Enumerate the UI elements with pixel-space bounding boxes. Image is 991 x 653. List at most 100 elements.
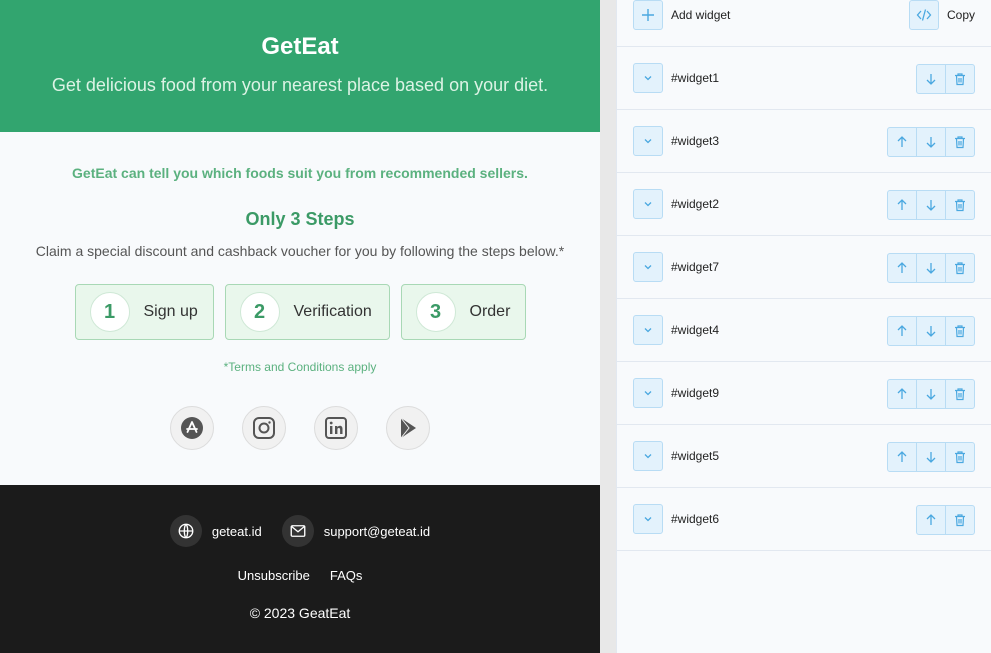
chevron-down-icon (642, 72, 654, 84)
widget-id: #widget3 (671, 134, 720, 148)
widget-list: #widget1 #widget3 #widget2 #widget7 #widget4… (617, 47, 991, 551)
add-widget-button[interactable] (633, 0, 663, 30)
step-verification: 2 Verification (224, 284, 390, 340)
expand-widget-button[interactable] (633, 63, 663, 93)
widget-id: #widget7 (671, 260, 720, 274)
widget-row: #widget2 (617, 173, 991, 236)
move-up-button[interactable] (887, 127, 917, 157)
delete-widget-button[interactable] (945, 505, 975, 535)
faqs-link[interactable]: FAQs (330, 568, 363, 583)
trash-icon (953, 198, 967, 212)
code-icon (916, 9, 932, 21)
steps-description: Claim a special discount and cashback vo… (35, 243, 565, 259)
trash-icon (953, 450, 967, 464)
chevron-down-icon (642, 450, 654, 462)
app-store-icon[interactable] (170, 406, 214, 450)
globe-icon (169, 515, 202, 547)
chevron-down-icon (642, 261, 654, 273)
steps-list: 1 Sign up 2 Verification 3 Order (0, 284, 600, 340)
widget-row: #widget9 (617, 362, 991, 425)
website-text: geteat.id (211, 523, 262, 539)
widget-actions (887, 190, 975, 220)
widget-actions (887, 379, 975, 409)
expand-widget-button[interactable] (633, 441, 663, 471)
arrow-down-icon (924, 198, 938, 212)
delete-widget-button[interactable] (945, 127, 975, 157)
email-preview: GetEat Get delicious food from your near… (0, 0, 600, 653)
trash-icon (953, 135, 967, 149)
hero-subtitle: Get delicious food from your nearest pla… (51, 75, 549, 95)
move-up-button[interactable] (887, 379, 917, 409)
trash-icon (953, 261, 967, 275)
widget-row: #widget1 (617, 47, 991, 110)
expand-widget-button[interactable] (633, 504, 663, 534)
step-number: 1 (89, 292, 130, 332)
widget-actions (916, 505, 975, 535)
move-up-button[interactable] (916, 505, 946, 535)
copy-button[interactable] (909, 0, 939, 30)
arrow-down-icon (924, 135, 938, 149)
delete-widget-button[interactable] (945, 253, 975, 283)
chevron-down-icon (642, 387, 654, 399)
instagram-icon[interactable] (242, 406, 286, 450)
mail-icon (281, 515, 314, 547)
widget-actions (887, 316, 975, 346)
step-number: 2 (239, 292, 280, 332)
move-down-button[interactable] (916, 253, 946, 283)
move-up-button[interactable] (887, 190, 917, 220)
widget-id: #widget6 (671, 512, 720, 526)
step-number: 3 (415, 292, 456, 332)
copy-label: Copy (947, 8, 976, 22)
move-up-button[interactable] (887, 316, 917, 346)
expand-widget-button[interactable] (633, 315, 663, 345)
expand-widget-button[interactable] (633, 126, 663, 156)
delete-widget-button[interactable] (945, 379, 975, 409)
arrow-down-icon (924, 387, 938, 401)
hero-banner: GetEat Get delicious food from your near… (0, 0, 600, 132)
delete-widget-button[interactable] (945, 442, 975, 472)
play-store-icon[interactable] (386, 406, 430, 450)
move-down-button[interactable] (916, 64, 946, 94)
widget-id: #widget4 (671, 323, 720, 337)
email-text: support@geteat.id (323, 523, 431, 539)
move-down-button[interactable] (916, 316, 946, 346)
move-up-button[interactable] (887, 442, 917, 472)
delete-widget-button[interactable] (945, 64, 975, 94)
move-down-button[interactable] (916, 379, 946, 409)
step-sign-up: 1 Sign up (74, 284, 214, 340)
arrow-down-icon (924, 72, 938, 86)
arrow-up-icon (895, 324, 909, 338)
copyright: © 2023 GeatEat (249, 605, 351, 621)
widget-row: #widget3 (617, 110, 991, 173)
contact-list: geteat.id support@geteat.id (0, 515, 600, 547)
expand-widget-button[interactable] (633, 378, 663, 408)
footer-links: Unsubscribe FAQs (0, 568, 600, 583)
arrow-up-icon (895, 198, 909, 212)
delete-widget-button[interactable] (945, 316, 975, 346)
trash-icon (953, 387, 967, 401)
expand-widget-button[interactable] (633, 252, 663, 282)
support-email-link[interactable]: support@geteat.id (281, 515, 431, 547)
widget-id: #widget5 (671, 449, 720, 463)
widget-row: #widget7 (617, 236, 991, 299)
terms-note: *Terms and Conditions apply (223, 360, 377, 374)
unsubscribe-link[interactable]: Unsubscribe (238, 568, 310, 583)
arrow-up-icon (924, 513, 938, 527)
expand-widget-button[interactable] (633, 189, 663, 219)
tagline: GetEat can tell you which foods suit you… (72, 165, 528, 181)
delete-widget-button[interactable] (945, 190, 975, 220)
widget-row: #widget5 (617, 425, 991, 488)
arrow-down-icon (924, 261, 938, 275)
move-up-button[interactable] (887, 253, 917, 283)
linkedin-icon[interactable] (314, 406, 358, 450)
move-down-button[interactable] (916, 442, 946, 472)
website-link[interactable]: geteat.id (169, 515, 262, 547)
widget-actions (887, 442, 975, 472)
arrow-up-icon (895, 387, 909, 401)
move-down-button[interactable] (916, 127, 946, 157)
move-down-button[interactable] (916, 190, 946, 220)
arrow-up-icon (895, 261, 909, 275)
panel-toolbar: Add widget Copy (617, 0, 991, 47)
arrow-up-icon (895, 450, 909, 464)
plus-icon (642, 9, 654, 21)
